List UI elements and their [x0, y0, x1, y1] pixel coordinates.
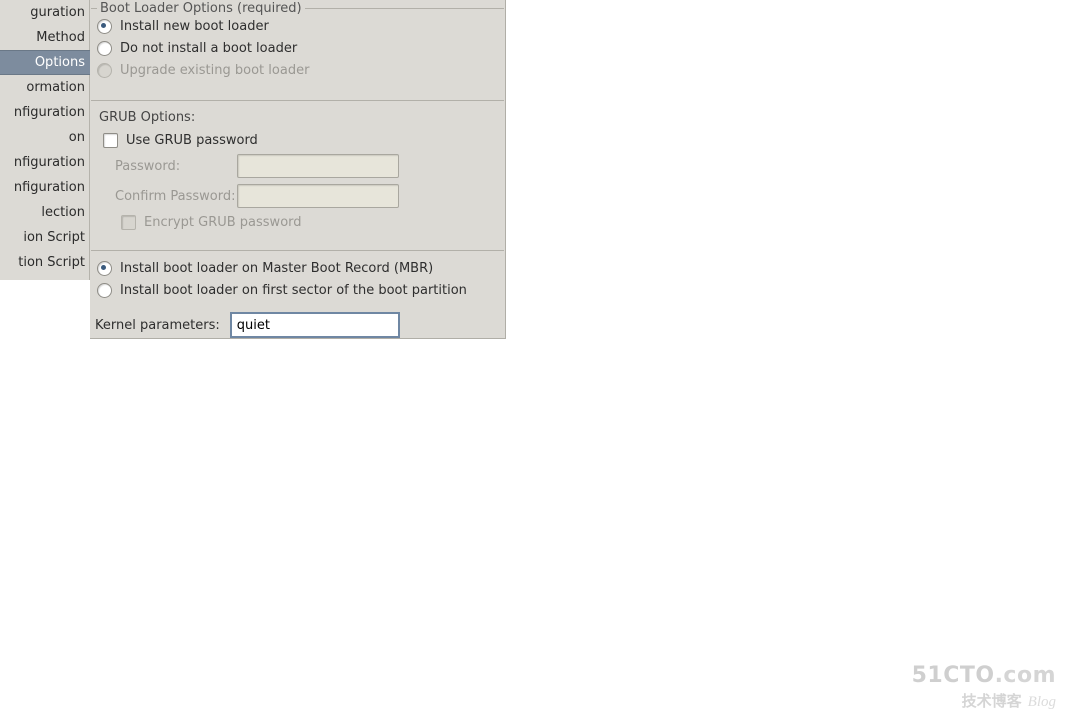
sidebar-item-9[interactable]: ion Script — [0, 225, 90, 250]
confirm-password-input — [237, 184, 399, 208]
radio-do-not-install[interactable]: Do not install a boot loader — [91, 37, 504, 59]
sidebar-item-10[interactable]: tion Script — [0, 250, 90, 275]
sidebar-item-1[interactable]: Method — [0, 25, 90, 50]
confirm-password-row: Confirm Password: — [91, 181, 504, 211]
radio-icon — [97, 261, 112, 276]
radio-icon — [97, 41, 112, 56]
checkbox-label: Use GRUB password — [126, 133, 258, 148]
radio-label: Upgrade existing boot loader — [120, 63, 309, 78]
password-label: Password: — [115, 159, 237, 174]
radio-label: Install new boot loader — [120, 19, 269, 34]
sidebar-item-8[interactable]: lection — [0, 200, 90, 225]
blank-area — [506, 0, 1068, 723]
bootloader-options-group: Boot Loader Options (required) Install n… — [91, 8, 504, 95]
kernel-params-input[interactable] — [230, 312, 400, 338]
sidebar-item-6[interactable]: nfiguration — [0, 150, 90, 175]
group-title: Boot Loader Options (required) — [97, 1, 305, 16]
check-encrypt-grub: Encrypt GRUB password — [91, 211, 504, 233]
grub-section-label: GRUB Options: — [91, 107, 504, 129]
radio-upgrade: Upgrade existing boot loader — [91, 59, 504, 81]
kernel-params-group: Kernel parameters: — [91, 304, 504, 340]
main-panel: Boot Loader Options (required) Install n… — [90, 0, 506, 339]
install-location-group: Install boot loader on Master Boot Recor… — [91, 250, 504, 303]
checkbox-icon — [121, 215, 136, 230]
radio-label: Install boot loader on first sector of t… — [120, 283, 467, 298]
kernel-params-label: Kernel parameters: — [95, 318, 220, 333]
radio-icon — [97, 19, 112, 34]
radio-label: Do not install a boot loader — [120, 41, 297, 56]
checkbox-icon — [103, 133, 118, 148]
sidebar-item-3[interactable]: ormation — [0, 75, 90, 100]
radio-icon — [97, 63, 112, 78]
checkbox-label: Encrypt GRUB password — [144, 215, 302, 230]
sidebar: gurationMethodOptionsormationnfiguration… — [0, 0, 90, 280]
sidebar-item-7[interactable]: nfiguration — [0, 175, 90, 200]
password-row: Password: — [91, 151, 504, 181]
radio-install-mbr[interactable]: Install boot loader on Master Boot Recor… — [91, 257, 504, 279]
sidebar-item-5[interactable]: on — [0, 125, 90, 150]
radio-install-first-sector[interactable]: Install boot loader on first sector of t… — [91, 279, 504, 301]
sidebar-item-4[interactable]: nfiguration — [0, 100, 90, 125]
check-use-grub-password[interactable]: Use GRUB password — [91, 129, 504, 151]
radio-label: Install boot loader on Master Boot Recor… — [120, 261, 433, 276]
sidebar-item-2[interactable]: Options — [0, 50, 90, 75]
radio-install-new[interactable]: Install new boot loader — [91, 15, 504, 37]
grub-options-group: GRUB Options: Use GRUB password Password… — [91, 100, 504, 247]
password-input — [237, 154, 399, 178]
sidebar-item-0[interactable]: guration — [0, 0, 90, 25]
radio-icon — [97, 283, 112, 298]
confirm-password-label: Confirm Password: — [115, 189, 237, 204]
